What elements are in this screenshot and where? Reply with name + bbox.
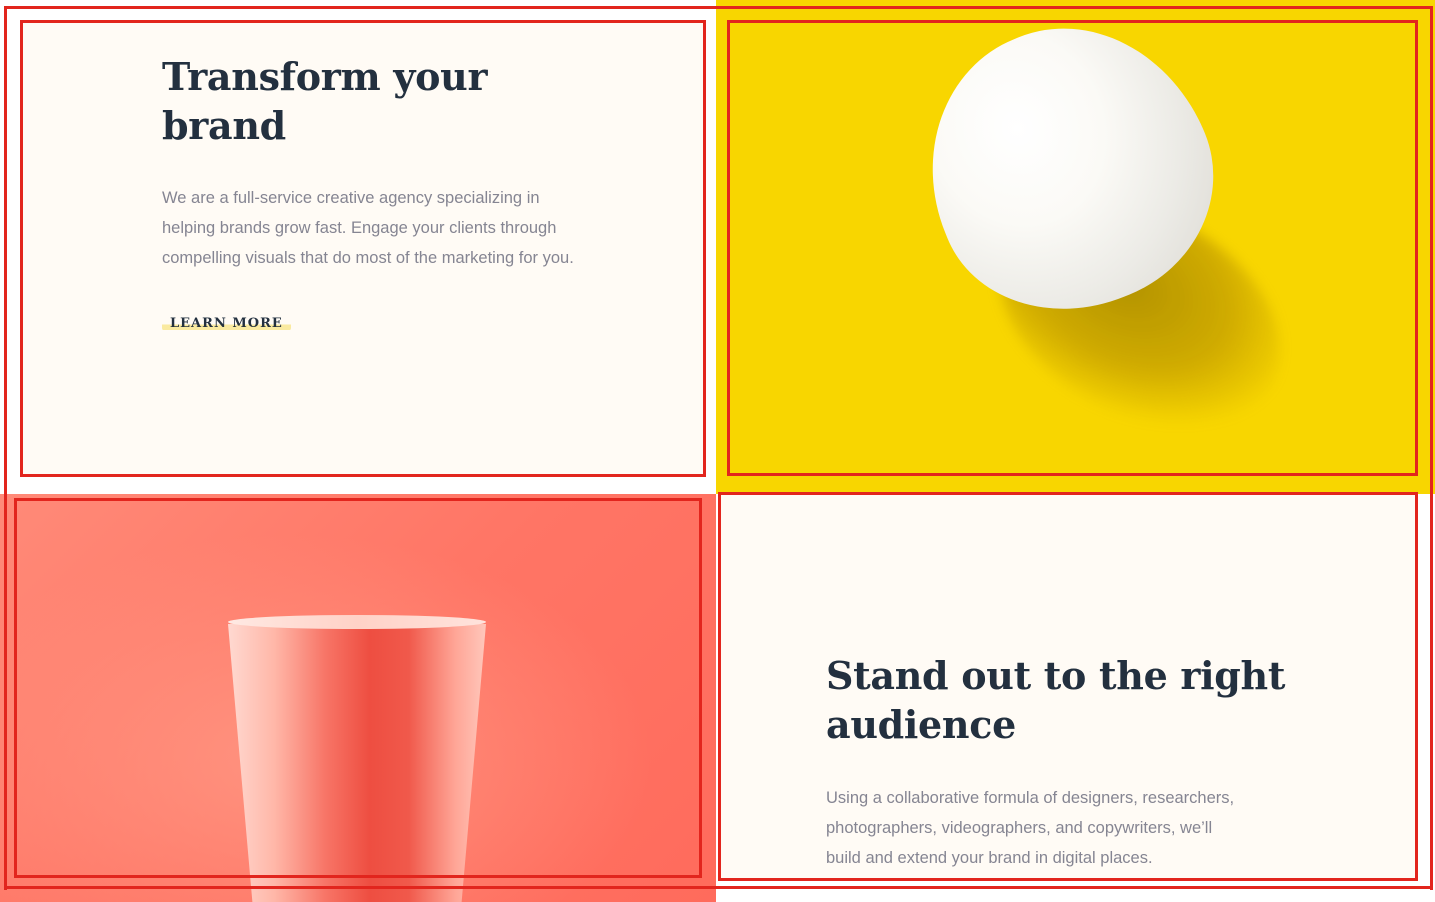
paragraph-line: photographers, videographers, and copywr… xyxy=(826,819,1213,837)
transform-brand-section: Transform your brand We are a full-servi… xyxy=(0,0,716,494)
stand-out-section: Stand out to the right audience Using a … xyxy=(716,494,1435,902)
heading-line: Stand out to the right xyxy=(826,653,1286,698)
transform-brand-paragraph: We are a full-service creative agency sp… xyxy=(162,183,574,273)
cup-rim xyxy=(228,615,486,629)
learn-more-link[interactable]: LEARN MORE xyxy=(162,316,291,331)
heading-line: brand xyxy=(162,103,286,148)
heading-line: Transform your xyxy=(162,54,488,99)
stand-out-heading: Stand out to the right audience xyxy=(826,651,1285,749)
transform-brand-heading: Transform your brand xyxy=(162,52,488,150)
stand-out-paragraph: Using a collaborative formula of designe… xyxy=(826,783,1234,873)
heading-line: audience xyxy=(826,702,1016,747)
paragraph-line: build and extend your brand in digital p… xyxy=(826,849,1153,867)
paragraph-line: We are a full-service creative agency sp… xyxy=(162,189,540,207)
paragraph-line: compelling visuals that do most of the m… xyxy=(162,249,574,267)
pink-cup-image xyxy=(0,494,716,902)
egg-on-yellow-image xyxy=(716,0,1435,494)
paragraph-line: Using a collaborative formula of designe… xyxy=(826,789,1235,807)
paragraph-line: helping brands grow fast. Engage your cl… xyxy=(162,219,557,237)
cup-shape xyxy=(228,624,486,902)
